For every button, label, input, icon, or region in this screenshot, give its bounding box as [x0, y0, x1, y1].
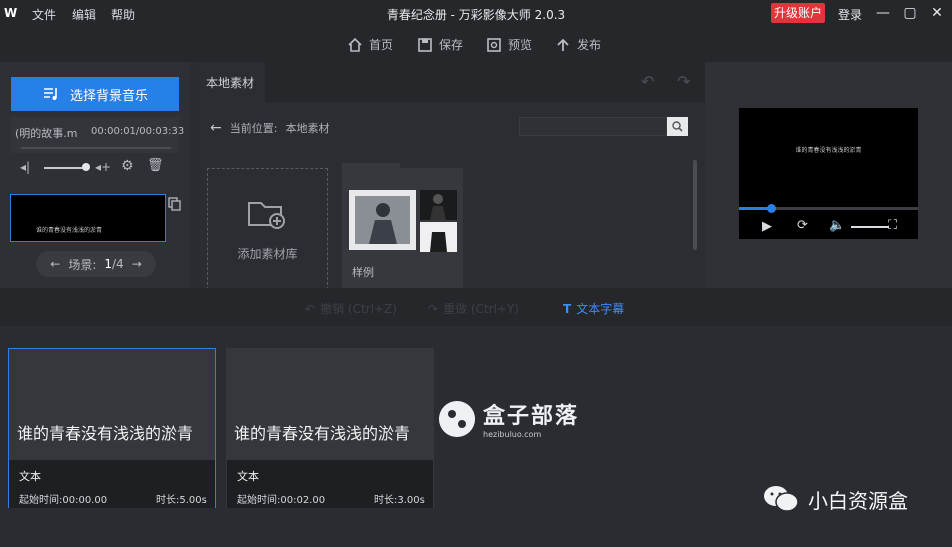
- scene-thumbnail-text: 谁的青春没有浅浅的淤青: [36, 227, 103, 234]
- publish-label: 发布: [577, 38, 602, 52]
- play-icon[interactable]: ▶: [762, 219, 772, 234]
- text-icon: T: [563, 301, 572, 316]
- watermark: 盒子部落 hezibuluo.com: [439, 398, 579, 439]
- add-folder-icon: [248, 202, 285, 229]
- home-label: 首页: [369, 38, 394, 52]
- sample-photo-top: [420, 190, 457, 220]
- preview-icon: [487, 37, 501, 52]
- scene-thumbnail[interactable]: [10, 194, 166, 242]
- save-label: 保存: [439, 38, 464, 52]
- brand-text: 小白资源盒: [808, 488, 908, 513]
- timeline-card-duration: 时长:3.00s: [374, 495, 425, 506]
- location-back-icon[interactable]: ←: [210, 120, 222, 136]
- location-label: 当前位置:: [229, 122, 278, 135]
- redo-button[interactable]: ↷ 重做 (Ctrl+Y): [428, 300, 519, 317]
- volume-knob[interactable]: [82, 163, 90, 171]
- timeline-card-start: 起始时间:00:00.00: [19, 495, 108, 506]
- add-library-label: 添加素材库: [237, 247, 298, 261]
- upgrade-account-button[interactable]: 升级账户: [771, 3, 825, 23]
- text-subtitle-label: 文本字幕: [576, 302, 625, 316]
- prev-scene-icon[interactable]: ←: [50, 257, 60, 271]
- timeline-card-text: 谁的青春没有浅浅的淤青: [17, 424, 194, 443]
- loop-icon[interactable]: ⟳: [797, 218, 808, 233]
- timeline-card-type: 文本: [237, 470, 259, 483]
- scene-navigator: ← 场景: 1/4 →: [36, 251, 156, 277]
- timeline-card-type: 文本: [19, 470, 41, 483]
- select-music-label: 选择背景音乐: [69, 88, 148, 104]
- preview-label: 预览: [508, 38, 533, 52]
- copy-scene-icon[interactable]: [168, 197, 182, 211]
- timeline-card-duration: 时长:5.00s: [156, 495, 207, 506]
- text-subtitle-button[interactable]: T 文本字幕: [563, 300, 624, 317]
- publish-button[interactable]: 发布: [555, 36, 601, 53]
- volume-mute-icon[interactable]: ◂|: [20, 160, 30, 174]
- delete-icon[interactable]: 🗑: [147, 158, 164, 173]
- select-music-button[interactable]: 选择背景音乐: [11, 77, 179, 111]
- scene-current: 1: [104, 257, 112, 271]
- undo-icon: ↶: [305, 301, 316, 316]
- close-icon[interactable]: ✕: [928, 4, 946, 22]
- forward-arrow-icon[interactable]: ↷: [677, 72, 690, 91]
- maximize-icon[interactable]: ▢: [901, 4, 919, 22]
- music-time: 00:00:01/00:03:33: [91, 126, 185, 137]
- minimize-icon[interactable]: —: [874, 4, 892, 22]
- next-scene-icon[interactable]: →: [132, 257, 142, 271]
- music-progress-bar[interactable]: [21, 147, 171, 149]
- scene-total: /4: [112, 257, 124, 271]
- scene-label: 场景:: [68, 257, 97, 272]
- login-button[interactable]: 登录: [838, 6, 862, 23]
- location-bar: ← 当前位置: 本地素材: [210, 120, 329, 136]
- save-button[interactable]: 保存: [417, 36, 463, 53]
- sample-photo-main: [349, 190, 416, 250]
- sample-folder-label: 样例: [352, 266, 374, 279]
- watermark-logo-icon: [439, 400, 475, 437]
- volume-up-icon[interactable]: ◂+: [95, 160, 111, 174]
- search-icon: [672, 121, 683, 132]
- publish-icon: [557, 38, 569, 51]
- timeline-card-text: 谁的青春没有浅浅的淤青: [234, 424, 411, 443]
- watermark-subtitle: hezibuluo.com: [483, 430, 542, 439]
- wechat-icon: [764, 486, 799, 512]
- undo-label: 撤销 (Ctrl+Z): [320, 302, 397, 316]
- home-icon: [348, 37, 362, 52]
- save-icon: [418, 37, 432, 52]
- material-search-input[interactable]: [519, 117, 667, 136]
- material-tabstrip: [195, 62, 705, 102]
- main-toolbar: [0, 28, 952, 62]
- material-scrollbar[interactable]: [693, 160, 697, 250]
- redo-icon: ↷: [428, 301, 439, 316]
- settings-icon[interactable]: ⚙: [121, 158, 134, 174]
- home-button[interactable]: 首页: [347, 36, 393, 53]
- music-name: (明的故事.m: [15, 127, 78, 140]
- back-arrow-icon[interactable]: ↶: [641, 72, 654, 91]
- fullscreen-icon[interactable]: ⛶: [888, 218, 897, 233]
- redo-label: 重做 (Ctrl+Y): [443, 302, 519, 316]
- preview-button[interactable]: 预览: [486, 36, 532, 53]
- brand-watermark: 小白资源盒: [762, 484, 908, 514]
- preview-volume-slider[interactable]: [851, 226, 889, 228]
- preview-text: 谁的青春没有浅浅的淤青: [795, 147, 862, 154]
- volume-icon[interactable]: 🔈: [829, 218, 845, 233]
- timeline-card-start: 起始时间:00:02.00: [237, 495, 326, 506]
- watermark-title: 盒子部落: [483, 404, 580, 429]
- location-value: 本地素材: [285, 122, 330, 135]
- sample-photo-bottom: [420, 222, 457, 252]
- tab-local-material[interactable]: 本地素材: [195, 62, 265, 102]
- music-list-icon: [43, 88, 57, 100]
- undo-button[interactable]: ↶ 撤销 (Ctrl+Z): [305, 300, 397, 317]
- search-button[interactable]: [667, 117, 688, 136]
